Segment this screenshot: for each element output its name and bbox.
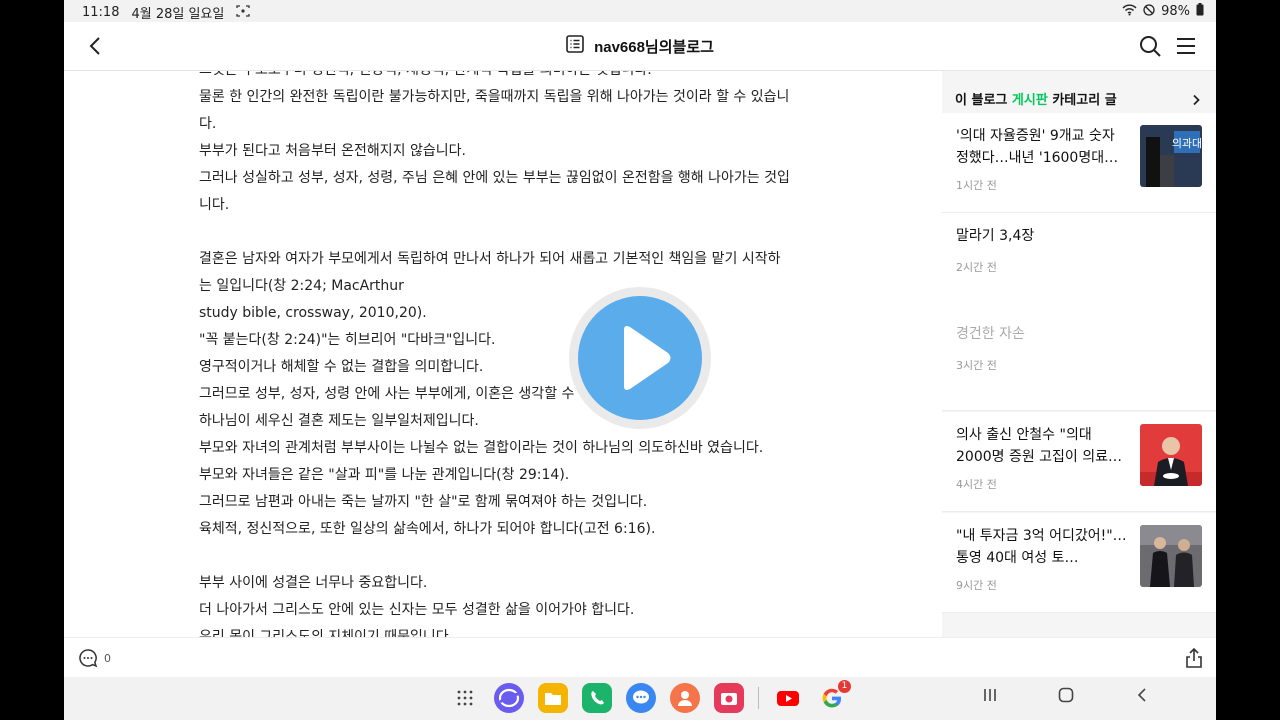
article-line: 그것은 부모로부터 정신적, 신앙적, 재정적, 관계적 독립을 의미하는 것입… xyxy=(199,71,819,84)
internet-browser-icon[interactable] xyxy=(494,683,524,713)
related-post-title: "내 투자금 3억 어디갔어!"…통영 40대 여성 토… xyxy=(956,528,1127,566)
related-post-time: 9시간 전 xyxy=(956,579,997,592)
blog-title-area[interactable]: nav668님의블로그 xyxy=(64,35,1216,57)
battery-icon xyxy=(1196,3,1204,20)
tablet-screen: 11:18 4월 28일 일요일 98% nav668님의블로그 물론 한 인간… xyxy=(64,0,1216,720)
article-text: 그것은 부모로부터 정신적, 신앙적, 재정적, 관계적 독립을 의미하는 것입… xyxy=(199,71,819,637)
article-line: 부부가 된다고 처음부터 온전해지지 않습니다. xyxy=(199,143,466,159)
video-play-button[interactable] xyxy=(569,287,711,429)
messages-icon[interactable] xyxy=(626,683,656,713)
related-post-item[interactable]: 의사 출신 안철수 "의대 2000명 증원 고집이 의료… 4시간 전 xyxy=(942,412,1216,512)
article-line: 영구적이거나 해체할 수 없는 결합을 의미합니다. xyxy=(199,359,484,375)
search-button[interactable] xyxy=(1138,34,1162,58)
mute-icon xyxy=(1143,3,1155,20)
back-arrow-icon xyxy=(1137,688,1146,702)
chevron-right-icon[interactable] xyxy=(1190,91,1202,106)
article-line: 그러나 성실하고 성부, 성자, 성령, 주님 은혜 안에 있는 부부는 끊임없… xyxy=(199,170,790,186)
recent-apps-button[interactable] xyxy=(982,687,998,707)
menu-button[interactable] xyxy=(1174,34,1198,58)
status-date: 4월 28일 일요일 xyxy=(131,7,225,22)
app-header: nav668님의블로그 xyxy=(64,22,1216,71)
play-icon xyxy=(624,326,671,390)
related-post-item[interactable]: '의대 자율증원' 9개교 숫자 정했다…내년 '1600명대… 1시간 전 의… xyxy=(942,113,1216,213)
system-nav-buttons xyxy=(982,687,1150,707)
article-line: 그러므로 남편과 아내는 죽는 날까지 "한 살"로 함께 묶여져야 하는 것입… xyxy=(199,494,648,510)
article-line: "꼭 붙는다(창 2:24)"는 히브리어 "다바크"입니다. xyxy=(199,332,496,348)
article-line: 물론 한 인간의 완전한 독립이란 불가능하지만, 죽을때까지 독립을 위해 나… xyxy=(199,89,790,105)
related-post-time: 2시간 전 xyxy=(956,261,997,274)
dock-divider xyxy=(758,687,759,709)
home-icon xyxy=(1058,687,1074,703)
related-post-item[interactable]: 말라기 3,4장 2시간 전 xyxy=(942,213,1216,313)
comment-button[interactable]: 0 xyxy=(78,648,111,668)
article-line: 그러므로 성부, 성자, 성령 안에 사는 부부에게, 이혼은 생각할 수 xyxy=(199,386,575,402)
search-icon xyxy=(1140,36,1161,57)
article-line: 부모와 자녀의 관계처럼 부부사이는 나뉠수 없는 결합이라는 것이 하나님의 … xyxy=(199,440,764,456)
related-post-time: 4시간 전 xyxy=(956,478,997,491)
related-post-thumbnail xyxy=(1140,424,1202,486)
google-icon[interactable]: 1 xyxy=(817,680,851,713)
related-post-time: 3시간 전 xyxy=(956,359,997,372)
system-navigation-bar: 1 xyxy=(64,677,1216,720)
hamburger-icon xyxy=(1177,38,1195,54)
screen-recorder-icon xyxy=(236,4,251,21)
article-body[interactable]: 그것은 부모로부터 정신적, 신앙적, 재정적, 관계적 독립을 의미하는 것입… xyxy=(64,71,942,637)
sidebar-header[interactable]: 이 블로그 게시판 카테고리 글 xyxy=(955,89,1205,108)
contacts-icon[interactable] xyxy=(670,683,700,713)
related-post-thumbnail xyxy=(1140,525,1202,587)
related-post-title: 경건한 자손 xyxy=(956,326,1025,342)
svg-text:의과대: 의과대 xyxy=(1172,137,1202,150)
article-line: 부부 사이에 성결은 너무나 중요합니다. xyxy=(199,575,428,591)
related-post-time: 1시간 전 xyxy=(956,179,997,192)
related-post-title: 말라기 3,4장 xyxy=(956,228,1035,244)
list-icon xyxy=(566,35,584,57)
status-bar: 11:18 4월 28일 일요일 98% xyxy=(64,0,1216,22)
share-icon xyxy=(1186,647,1202,668)
recent-apps-icon xyxy=(984,689,996,701)
article-line xyxy=(199,219,819,246)
notification-badge: 1 xyxy=(838,680,851,693)
related-post-item[interactable]: "내 투자금 3억 어디갔어!"…통영 40대 여성 토… 9시간 전 xyxy=(942,513,1216,613)
related-post-thumbnail: 의과대 xyxy=(1140,125,1202,187)
article-line: 하나님이 세우신 결혼 제도는 일부일처제입니다. xyxy=(199,413,479,429)
wifi-icon xyxy=(1122,4,1137,20)
article-line: 부모와 자녀들은 같은 "살과 피"를 나눈 관계입니다(창 29:14). xyxy=(199,467,570,483)
comment-count: 0 xyxy=(104,651,111,665)
comment-icon xyxy=(79,649,98,668)
related-post-title: 의사 출신 안철수 "의대 2000명 증원 고집이 의료… xyxy=(956,427,1123,465)
phone-icon[interactable] xyxy=(582,683,612,713)
article-line xyxy=(199,543,819,570)
my-files-icon[interactable] xyxy=(538,683,568,713)
related-post-item[interactable]: 경건한 자손 3시간 전 xyxy=(942,311,1216,411)
article-line: 육체적, 정신적으로, 또한 일상의 삶속에서, 하나가 되어야 합니다(고전 … xyxy=(199,521,656,537)
article-line: 더 나아가서 그리스도 안에 있는 신자는 모두 성결한 삶을 이어가야 합니다… xyxy=(199,602,635,618)
camera-icon[interactable] xyxy=(714,683,744,713)
article-line: 우리 몸이 그리스도의 지체이기 때문입니다. xyxy=(199,629,454,637)
related-posts-sidebar: 이 블로그 게시판 카테고리 글 '의대 자율증원' 9개교 숫자 정했다…내년… xyxy=(942,71,1216,637)
system-back-button[interactable] xyxy=(1134,687,1150,707)
app-drawer-icon[interactable] xyxy=(450,683,480,713)
share-button[interactable] xyxy=(1184,647,1204,669)
battery-level: 98% xyxy=(1161,4,1190,19)
article-line: 결혼은 남자와 여자가 부모에게서 독립하여 만나서 하나가 되어 새롭고 기본… xyxy=(199,251,781,267)
blog-title: nav668님의블로그 xyxy=(594,38,714,56)
youtube-icon[interactable] xyxy=(773,683,803,713)
article-line: 는 일입니다(창 2:24; MacArthur xyxy=(199,278,404,294)
related-post-title: '의대 자율증원' 9개교 숫자 정했다…내년 '1600명대… xyxy=(956,128,1119,166)
article-line: study bible, crossway, 2010,20). xyxy=(199,305,427,321)
article-bottom-bar: 0 xyxy=(64,637,1216,677)
article-line: 니다. xyxy=(199,197,230,213)
status-time: 11:18 xyxy=(82,5,120,20)
home-button[interactable] xyxy=(1058,687,1074,707)
article-line: 다. xyxy=(199,116,217,132)
app-dock: 1 xyxy=(450,680,851,713)
